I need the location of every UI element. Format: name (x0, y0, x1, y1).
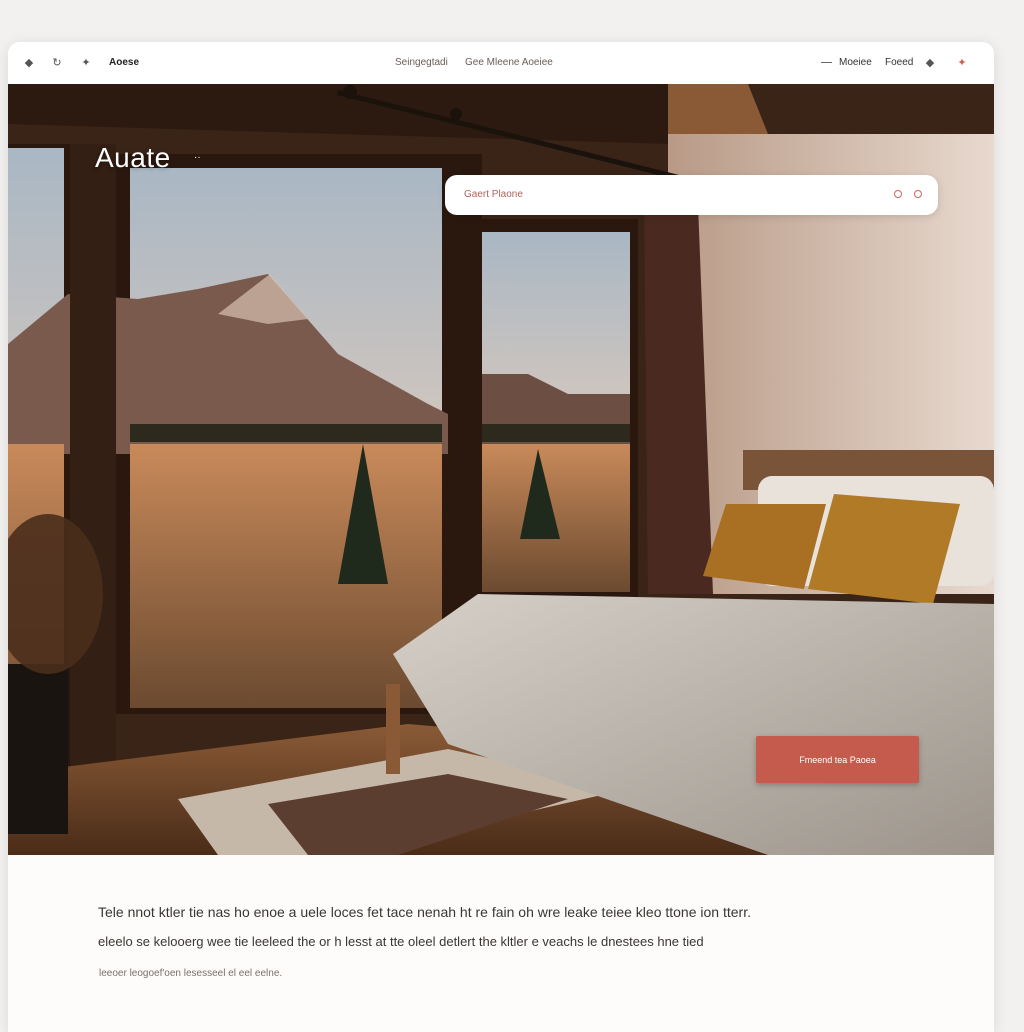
nav-link-moeiee[interactable]: Moeiee (839, 57, 872, 68)
diamond-icon[interactable]: ◆ (923, 55, 937, 69)
star-icon[interactable]: ✦ (955, 55, 969, 69)
pin-icon[interactable]: ✦ (79, 55, 93, 69)
dash-icon (821, 62, 832, 63)
refresh-icon[interactable]: ↻ (50, 55, 64, 69)
top-navigation-bar: ◆ ↻ ✦ Aoese Seingegtadi Gee Mleene Aoeie… (8, 42, 994, 85)
browser-window: ◆ ↻ ✦ Aoese Seingegtadi Gee Mleene Aoeie… (8, 42, 994, 1032)
hero-banner: Auate ·· Gaert Plaone Fmeend tea Paoea (8, 84, 994, 855)
intro-paragraph: Tele nnot ktler tie nas ho enoe a uele l… (98, 904, 751, 920)
hero-title: Auate (95, 142, 171, 173)
nav-link-foeed[interactable]: Foeed (885, 57, 913, 68)
intro-paragraph-2: eleelo se kelooerg wee tie leeleed the o… (98, 934, 704, 949)
find-button[interactable]: Fmeend tea Paoea (756, 736, 919, 783)
brand-link[interactable]: Aoese (109, 57, 139, 68)
search-icon[interactable] (914, 190, 922, 198)
search-bar[interactable]: Gaert Plaone (445, 175, 938, 215)
search-input[interactable]: Gaert Plaone (464, 189, 523, 200)
nav-link-2[interactable]: Gee Mleene Aoeiee (465, 57, 553, 68)
caption-text: leeoer leogoef'oen lesesseel el eel eeln… (99, 968, 283, 979)
location-icon[interactable] (894, 190, 902, 198)
diamond-icon[interactable]: ◆ (22, 55, 36, 69)
nav-link-1[interactable]: Seingegtadi (395, 57, 448, 68)
hero-title-mark: ·· (194, 152, 201, 163)
